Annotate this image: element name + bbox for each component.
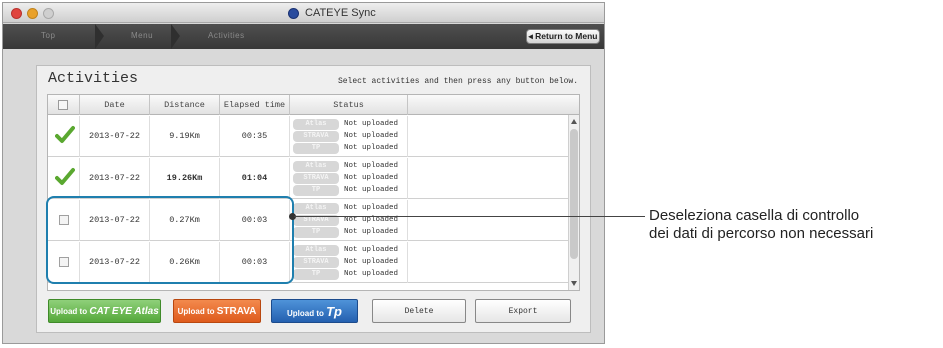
status-text: Not uploaded (344, 120, 399, 128)
column-header-date: Date (80, 95, 150, 115)
instruction-text: Select activities and then press any but… (337, 77, 578, 86)
delete-button[interactable]: Delete (372, 299, 466, 323)
service-badge-atlas: Atlas (293, 203, 339, 214)
select-all-column (48, 95, 80, 115)
title-bar: CATEYE Sync (3, 3, 604, 23)
service-badge-strava: STRAVA (293, 257, 339, 268)
scroll-up-arrow-icon[interactable] (571, 119, 577, 124)
upload-atlas-prefix: Upload to (50, 307, 88, 316)
upload-atlas-brand: CAT EYE Atlas (89, 306, 159, 317)
table-header: Date Distance Elapsed time Status (48, 95, 579, 115)
unchecked-rows-highlight (46, 196, 294, 284)
upload-tp-prefix: Upload to (286, 309, 324, 318)
zoom-window-icon[interactable] (43, 8, 54, 19)
status-text: Not uploaded (344, 204, 399, 212)
callout-line-1: Deseleziona casella di controllo (649, 207, 860, 224)
breadcrumb: Top Menu Activities ◂ Return to Menu (3, 24, 604, 49)
service-badge-strava: STRAVA (293, 173, 339, 184)
select-all-checkbox[interactable] (58, 100, 68, 110)
callout-text: Deseleziona casella di controllo dei dat… (649, 207, 943, 243)
close-window-icon[interactable] (11, 8, 22, 19)
breadcrumb-menu[interactable]: Menu (131, 31, 153, 40)
breadcrumb-separator (95, 24, 104, 49)
service-badge-atlas: Atlas (293, 119, 339, 130)
column-header-distance: Distance (150, 95, 220, 115)
service-badge-tp: TP (293, 227, 339, 238)
table-row[interactable]: 2013-07-22 19.26Km 01:04 Atlas Not uploa… (48, 158, 570, 199)
status-cell: Atlas Not uploaded STRAVA Not uploaded T… (290, 116, 408, 157)
scroll-down-arrow-icon[interactable] (571, 281, 577, 286)
scroll-thumb[interactable] (570, 129, 578, 259)
status-cell: Atlas Not uploaded STRAVA Not uploaded T… (290, 242, 408, 283)
checkmark-icon[interactable] (55, 167, 75, 187)
minimize-window-icon[interactable] (27, 8, 38, 19)
elapsed-time-cell: 00:35 (220, 116, 290, 157)
date-cell: 2013-07-22 (80, 158, 150, 199)
service-badge-atlas: Atlas (293, 161, 339, 172)
status-text: Not uploaded (344, 162, 399, 170)
status-text: Not uploaded (344, 186, 399, 194)
date-cell: 2013-07-22 (80, 116, 150, 157)
breadcrumb-top[interactable]: Top (41, 31, 55, 40)
callout-line (294, 216, 645, 217)
service-badge-tp: TP (293, 269, 339, 280)
return-to-menu-button[interactable]: ◂ Return to Menu (526, 29, 600, 44)
distance-cell: 19.26Km (150, 158, 220, 199)
window-title: CATEYE Sync (305, 7, 376, 19)
status-text: Not uploaded (344, 258, 399, 266)
status-text: Not uploaded (344, 270, 399, 278)
stage: CATEYE Sync Top Menu Activities ◂ Return… (0, 0, 943, 348)
upload-strava-brand: STRAVA (216, 306, 257, 317)
service-badge-tp: TP (293, 185, 339, 196)
page-title: Activities (48, 70, 139, 87)
breadcrumb-separator (171, 24, 180, 49)
table-row[interactable]: 2013-07-22 9.19Km 00:35 Atlas Not upload… (48, 116, 570, 157)
export-button[interactable]: Export (475, 299, 571, 323)
row-select-cell (48, 116, 80, 157)
status-text: Not uploaded (344, 246, 399, 254)
callout-line-2: dei dati di percorso non necessari (649, 225, 874, 242)
service-badge-atlas: Atlas (293, 245, 339, 256)
app-window: CATEYE Sync Top Menu Activities ◂ Return… (2, 2, 605, 344)
column-header-status: Status (290, 95, 408, 115)
upload-strava-prefix: Upload to (177, 307, 215, 316)
upload-to-strava-button[interactable]: Upload to STRAVA (173, 299, 261, 323)
service-badge-tp: TP (293, 143, 339, 154)
breadcrumb-activities: Activities (208, 31, 245, 40)
status-text: Not uploaded (344, 144, 399, 152)
status-text: Not uploaded (344, 132, 399, 140)
app-logo-icon (288, 8, 299, 19)
elapsed-time-cell: 01:04 (220, 158, 290, 199)
upload-to-atlas-button[interactable]: Upload to CAT EYE Atlas (48, 299, 161, 323)
status-text: Not uploaded (344, 174, 399, 182)
upload-tp-brand: Tp (326, 304, 342, 319)
status-cell: Atlas Not uploaded STRAVA Not uploaded T… (290, 158, 408, 199)
row-select-cell (48, 158, 80, 199)
status-cell: Atlas Not uploaded STRAVA Not uploaded T… (290, 200, 408, 241)
service-badge-strava: STRAVA (293, 131, 339, 142)
distance-cell: 9.19Km (150, 116, 220, 157)
table-scrollbar[interactable] (568, 115, 579, 290)
upload-to-tp-button[interactable]: Upload to Tp (271, 299, 358, 323)
status-text: Not uploaded (344, 228, 399, 236)
checkmark-icon[interactable] (55, 125, 75, 145)
column-header-elapsed-time: Elapsed time (220, 95, 290, 115)
